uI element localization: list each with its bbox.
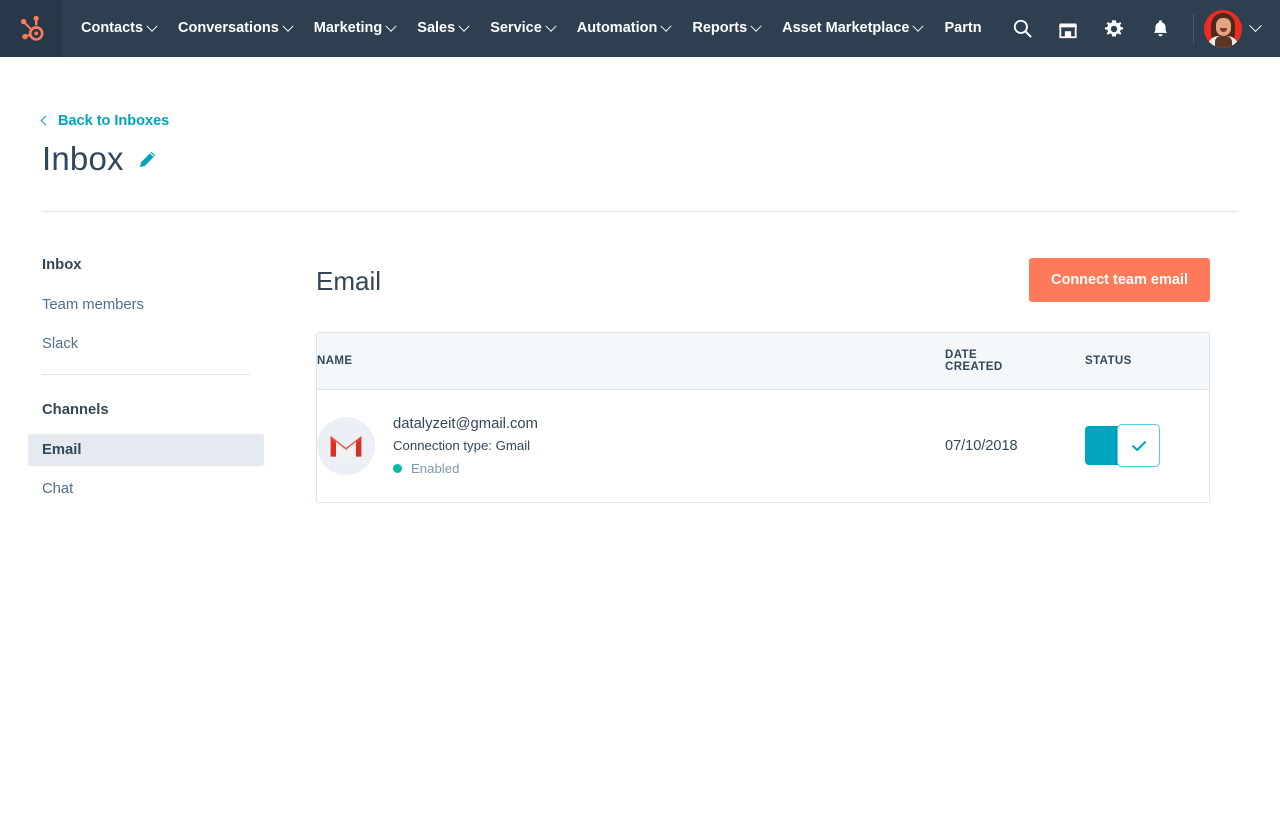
- nav-item-contacts[interactable]: Contacts: [70, 0, 167, 57]
- hubspot-logo-button[interactable]: [0, 0, 62, 57]
- avatar-torso: [1215, 36, 1232, 48]
- marketplace-icon: [1057, 18, 1079, 40]
- gmail-icon: [329, 433, 363, 459]
- nav-label: Partn: [944, 0, 981, 57]
- column-header-date-created: DATE CREATED: [945, 333, 1085, 390]
- search-button[interactable]: [999, 0, 1045, 57]
- email-account-text: datalyzeit@gmail.com Connection type: Gm…: [393, 416, 538, 476]
- checkmark-icon: [1129, 436, 1149, 456]
- email-channels-card: NAME DATE CREATED STATUS: [316, 332, 1210, 503]
- chevron-down-icon: [459, 20, 470, 31]
- sidebar-divider: [42, 374, 250, 375]
- back-link-label: Back to Inboxes: [58, 113, 169, 129]
- nav-label: Automation: [577, 0, 658, 57]
- nav-item-service[interactable]: Service: [479, 0, 566, 57]
- nav-label: Asset Marketplace: [782, 0, 909, 57]
- nav-divider: [1193, 14, 1194, 44]
- hubspot-logo: [17, 15, 45, 43]
- notifications-button[interactable]: [1137, 0, 1183, 57]
- sidebar-item-team-members[interactable]: Team members: [28, 289, 264, 321]
- status-label: Enabled: [411, 461, 459, 476]
- date-created-value: 07/10/2018: [945, 438, 1018, 454]
- date-created-line2: CREATED: [945, 361, 1085, 373]
- main-menu: Contacts Conversations Marketing Sales S…: [70, 0, 993, 57]
- chevron-down-icon: [386, 20, 397, 31]
- main-content: Email Connect team email NAME DATE CREAT…: [316, 250, 1210, 503]
- chevron-down-icon: [750, 20, 761, 31]
- nav-label: Contacts: [81, 0, 143, 57]
- cell-status: [1085, 390, 1209, 502]
- page-title: Inbox: [42, 140, 124, 178]
- email-channels-table: NAME DATE CREATED STATUS: [317, 333, 1209, 502]
- nav-item-partners[interactable]: Partn: [933, 0, 992, 57]
- section-header: Email Connect team email: [316, 250, 1210, 332]
- avatar-mouth: [1220, 28, 1227, 32]
- cell-date-created: 07/10/2018: [945, 390, 1085, 502]
- settings-button[interactable]: [1091, 0, 1137, 57]
- nav-item-asset-marketplace[interactable]: Asset Marketplace: [771, 0, 933, 57]
- enabled-status: Enabled: [393, 461, 538, 476]
- nav-item-reports[interactable]: Reports: [681, 0, 771, 57]
- chevron-down-icon: [661, 20, 672, 31]
- chevron-left-icon: [41, 116, 51, 126]
- table-body: datalyzeit@gmail.com Connection type: Gm…: [317, 390, 1209, 502]
- connection-type: Connection type: Gmail: [393, 438, 538, 453]
- search-icon: [1012, 18, 1033, 39]
- avatar[interactable]: [1204, 10, 1242, 48]
- email-address: datalyzeit@gmail.com: [393, 416, 538, 432]
- settings-sidebar: Inbox Team members Slack Channels Email …: [28, 250, 264, 512]
- gmail-icon-wrapper: [317, 417, 375, 475]
- account-menu-button[interactable]: [1242, 0, 1268, 57]
- settings-gear-icon: [1103, 18, 1125, 40]
- chevron-down-icon: [545, 20, 556, 31]
- notifications-bell-icon: [1150, 18, 1171, 39]
- sidebar-item-slack[interactable]: Slack: [28, 328, 264, 360]
- nav-label: Reports: [692, 0, 747, 57]
- column-header-name: NAME: [317, 333, 945, 390]
- avatar-face: [1216, 18, 1231, 36]
- nav-label: Sales: [417, 0, 455, 57]
- marketplace-button[interactable]: [1045, 0, 1091, 57]
- edit-inbox-name-button[interactable]: [138, 150, 157, 169]
- column-header-status: STATUS: [1085, 333, 1209, 390]
- table-row: datalyzeit@gmail.com Connection type: Gm…: [317, 390, 1209, 502]
- chevron-down-icon: [1249, 19, 1262, 32]
- sidebar-item-chat[interactable]: Chat: [28, 473, 264, 505]
- nav-item-conversations[interactable]: Conversations: [167, 0, 303, 57]
- sidebar-heading-channels: Channels: [28, 395, 264, 425]
- nav-label: Marketing: [314, 0, 383, 57]
- top-navigation-bar: Contacts Conversations Marketing Sales S…: [0, 0, 1280, 57]
- edit-pencil-icon: [138, 150, 157, 169]
- table-header: NAME DATE CREATED STATUS: [317, 333, 1209, 390]
- header-divider: [42, 211, 1238, 212]
- page-title-row: Inbox: [42, 140, 157, 178]
- connect-team-email-button[interactable]: Connect team email: [1029, 258, 1210, 302]
- back-to-inboxes-link[interactable]: Back to Inboxes: [42, 113, 169, 129]
- chevron-down-icon: [282, 20, 293, 31]
- date-created-line1: DATE: [945, 349, 1085, 361]
- toggle-knob: [1117, 424, 1160, 467]
- sidebar-heading-inbox: Inbox: [28, 250, 264, 280]
- status-dot-icon: [393, 464, 402, 473]
- cell-name: datalyzeit@gmail.com Connection type: Gm…: [317, 390, 945, 502]
- nav-utility-icons: [999, 0, 1280, 57]
- nav-label: Conversations: [178, 0, 279, 57]
- table-header-row: NAME DATE CREATED STATUS: [317, 333, 1209, 390]
- status-toggle[interactable]: [1085, 426, 1158, 465]
- chevron-down-icon: [146, 20, 157, 31]
- nav-label: Service: [490, 0, 542, 57]
- sidebar-item-email[interactable]: Email: [28, 434, 264, 466]
- nav-item-sales[interactable]: Sales: [406, 0, 479, 57]
- email-account-info: datalyzeit@gmail.com Connection type: Gm…: [317, 416, 945, 476]
- section-title: Email: [316, 266, 381, 297]
- nav-item-automation[interactable]: Automation: [566, 0, 682, 57]
- chevron-down-icon: [913, 20, 924, 31]
- nav-item-marketing[interactable]: Marketing: [303, 0, 407, 57]
